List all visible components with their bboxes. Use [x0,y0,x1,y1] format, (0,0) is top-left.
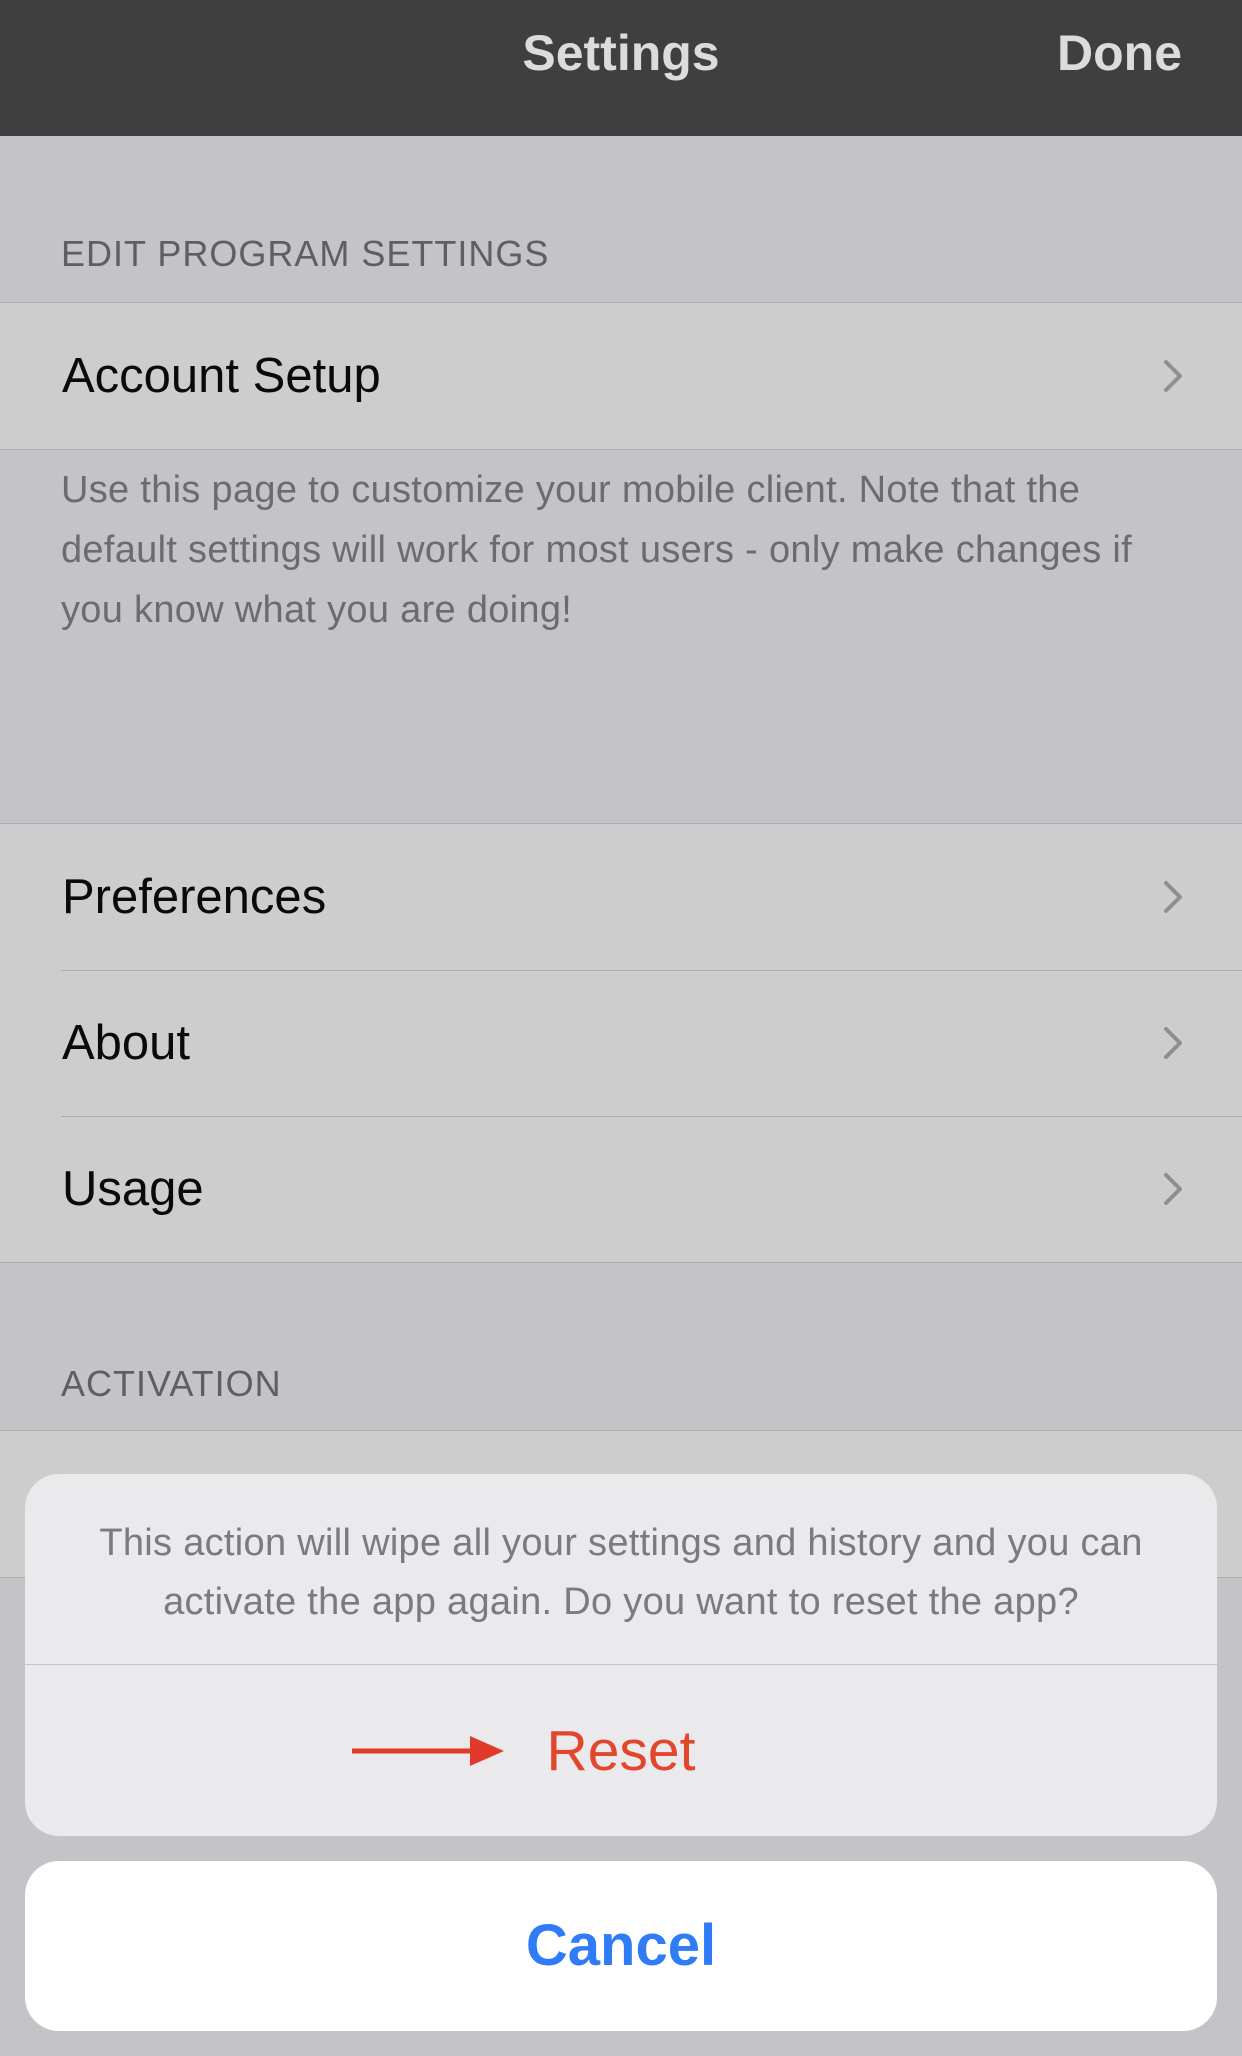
chevron-right-icon [1164,1173,1182,1205]
preferences-row[interactable]: Preferences [0,824,1242,970]
cancel-button[interactable]: Cancel [25,1861,1217,2031]
page-title: Settings [522,25,720,81]
about-row[interactable]: About [0,970,1242,1116]
account-setup-label: Account Setup [62,349,381,403]
reset-action-sheet: This action will wipe all your settings … [25,1474,1217,1836]
preferences-label: Preferences [62,870,327,924]
reset-button[interactable]: Reset [25,1666,1217,1836]
general-settings-group: Preferences About Usage [0,823,1242,1263]
settings-footer-note: Use this page to customize your mobile c… [61,469,1132,631]
reset-label: Reset [546,1719,696,1783]
usage-label: Usage [62,1162,204,1216]
action-sheet-message: This action will wipe all your settings … [99,1522,1143,1623]
navigation-bar: Settings Done [0,0,1242,136]
done-button[interactable]: Done [1057,0,1182,106]
cancel-label: Cancel [525,1913,717,1978]
usage-row[interactable]: Usage [0,1116,1242,1262]
edit-program-settings-group: Account Setup [0,302,1242,450]
chevron-right-icon [1164,360,1182,392]
about-label: About [62,1016,191,1070]
chevron-right-icon [1164,1027,1182,1059]
section-header-edit-program-settings: EDIT PROGRAM SETTINGS [61,233,550,274]
chevron-right-icon [1164,881,1182,913]
section-header-activation: ACTIVATION [61,1363,282,1404]
action-sheet-divider [25,1664,1217,1665]
account-setup-row[interactable]: Account Setup [0,303,1242,449]
